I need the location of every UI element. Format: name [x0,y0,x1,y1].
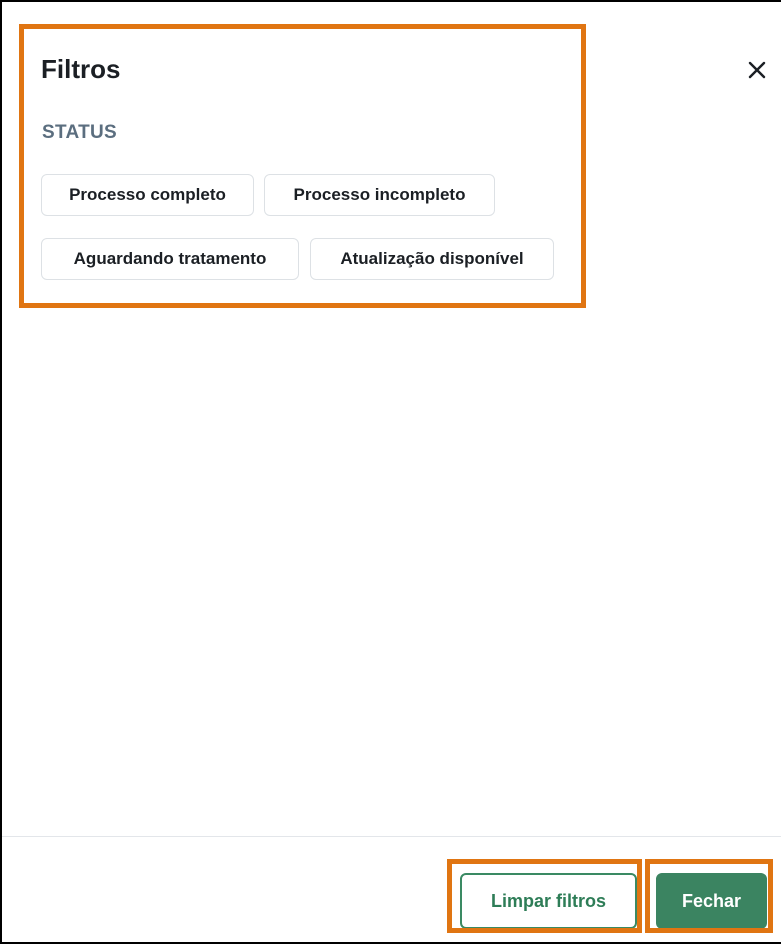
close-icon-glyph [748,61,766,79]
footer-divider [2,836,781,837]
status-section-label: STATUS [42,122,117,143]
status-chip-atualizacao-disponivel[interactable]: Atualização disponível [310,238,554,280]
status-chip-aguardando-tratamento[interactable]: Aguardando tratamento [41,238,299,280]
close-icon[interactable] [744,57,770,83]
panel-title: Filtros [41,54,121,84]
close-button[interactable]: Fechar [656,873,767,929]
status-chip-processo-completo[interactable]: Processo completo [41,174,254,216]
status-chip-processo-incompleto[interactable]: Processo incompleto [264,174,495,216]
clear-filters-button[interactable]: Limpar filtros [460,873,637,929]
filters-panel: Filtros STATUS Processo completo Process… [0,0,781,944]
